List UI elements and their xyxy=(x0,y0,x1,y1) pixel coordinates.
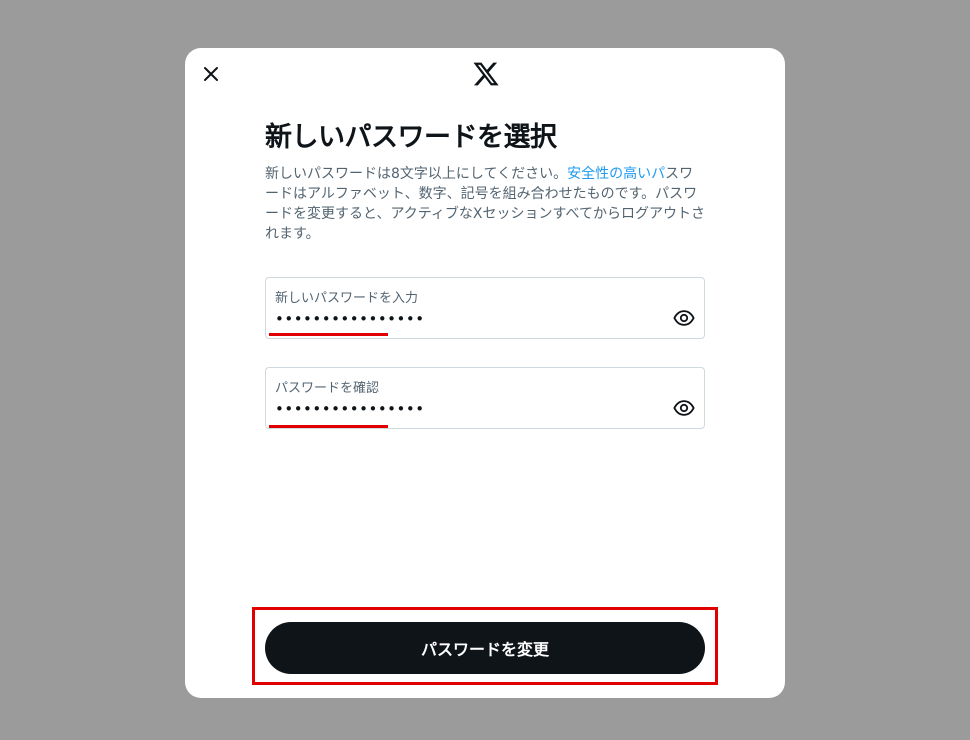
x-logo-icon xyxy=(473,62,499,86)
close-button[interactable] xyxy=(199,62,223,86)
confirm-password-input[interactable]: •••••••••••••••• xyxy=(275,400,425,418)
password-reset-modal: 新しいパスワードを選択 新しいパスワードは8文字以上にしてください。安全性の高い… xyxy=(185,48,785,698)
eye-icon[interactable] xyxy=(673,397,695,419)
confirm-password-label: パスワードを確認 xyxy=(275,381,380,396)
page-title: 新しいパスワードを選択 xyxy=(265,122,557,153)
close-icon xyxy=(204,67,218,81)
eye-icon[interactable] xyxy=(673,307,695,329)
change-password-button[interactable]: パスワードを変更 xyxy=(265,622,705,674)
new-password-input[interactable]: •••••••••••••••• xyxy=(275,310,425,328)
description-text: 新しいパスワードは8文字以上にしてください。 xyxy=(265,166,568,182)
secure-password-link[interactable]: 安全性の高いパ xyxy=(567,166,665,182)
main-content: 新しいパスワードを選択 新しいパスワードは8文字以上にしてください。安全性の高い… xyxy=(265,120,705,244)
description: 新しいパスワードは8文字以上にしてください。安全性の高いパスワードはアルファベッ… xyxy=(265,164,705,244)
annotation-underline xyxy=(269,333,388,336)
annotation-underline xyxy=(269,425,388,428)
new-password-label: 新しいパスワードを入力 xyxy=(275,291,419,306)
new-password-field[interactable]: 新しいパスワードを入力 •••••••••••••••• xyxy=(265,277,705,339)
confirm-password-field[interactable]: パスワードを確認 •••••••••••••••• xyxy=(265,367,705,429)
